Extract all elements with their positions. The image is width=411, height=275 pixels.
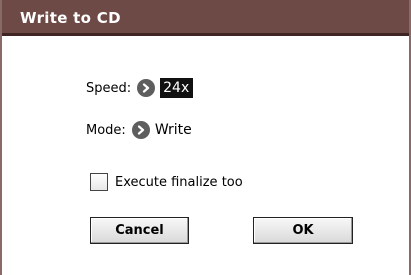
speed-row: Speed: 24x [86,78,194,98]
finalize-option[interactable]: Execute finalize too [90,173,243,191]
finalize-label: Execute finalize too [115,174,243,190]
dialog-titlebar: Write to CD [2,0,409,36]
cancel-button[interactable]: Cancel [90,217,189,244]
ok-button[interactable]: OK [253,217,353,244]
write-to-cd-dialog: Write to CD Speed: 24x Mode: Write Execu… [0,0,411,275]
chevron-right-icon[interactable] [131,121,150,139]
mode-label: Mode: [86,122,126,138]
mode-value[interactable]: Write [155,122,192,138]
chevron-right-icon[interactable] [137,79,156,97]
finalize-checkbox[interactable] [90,173,108,191]
mode-row: Mode: Write [86,121,192,139]
speed-label: Speed: [86,80,132,96]
dialog-title: Write to CD [20,9,121,27]
speed-value[interactable]: 24x [160,78,194,98]
